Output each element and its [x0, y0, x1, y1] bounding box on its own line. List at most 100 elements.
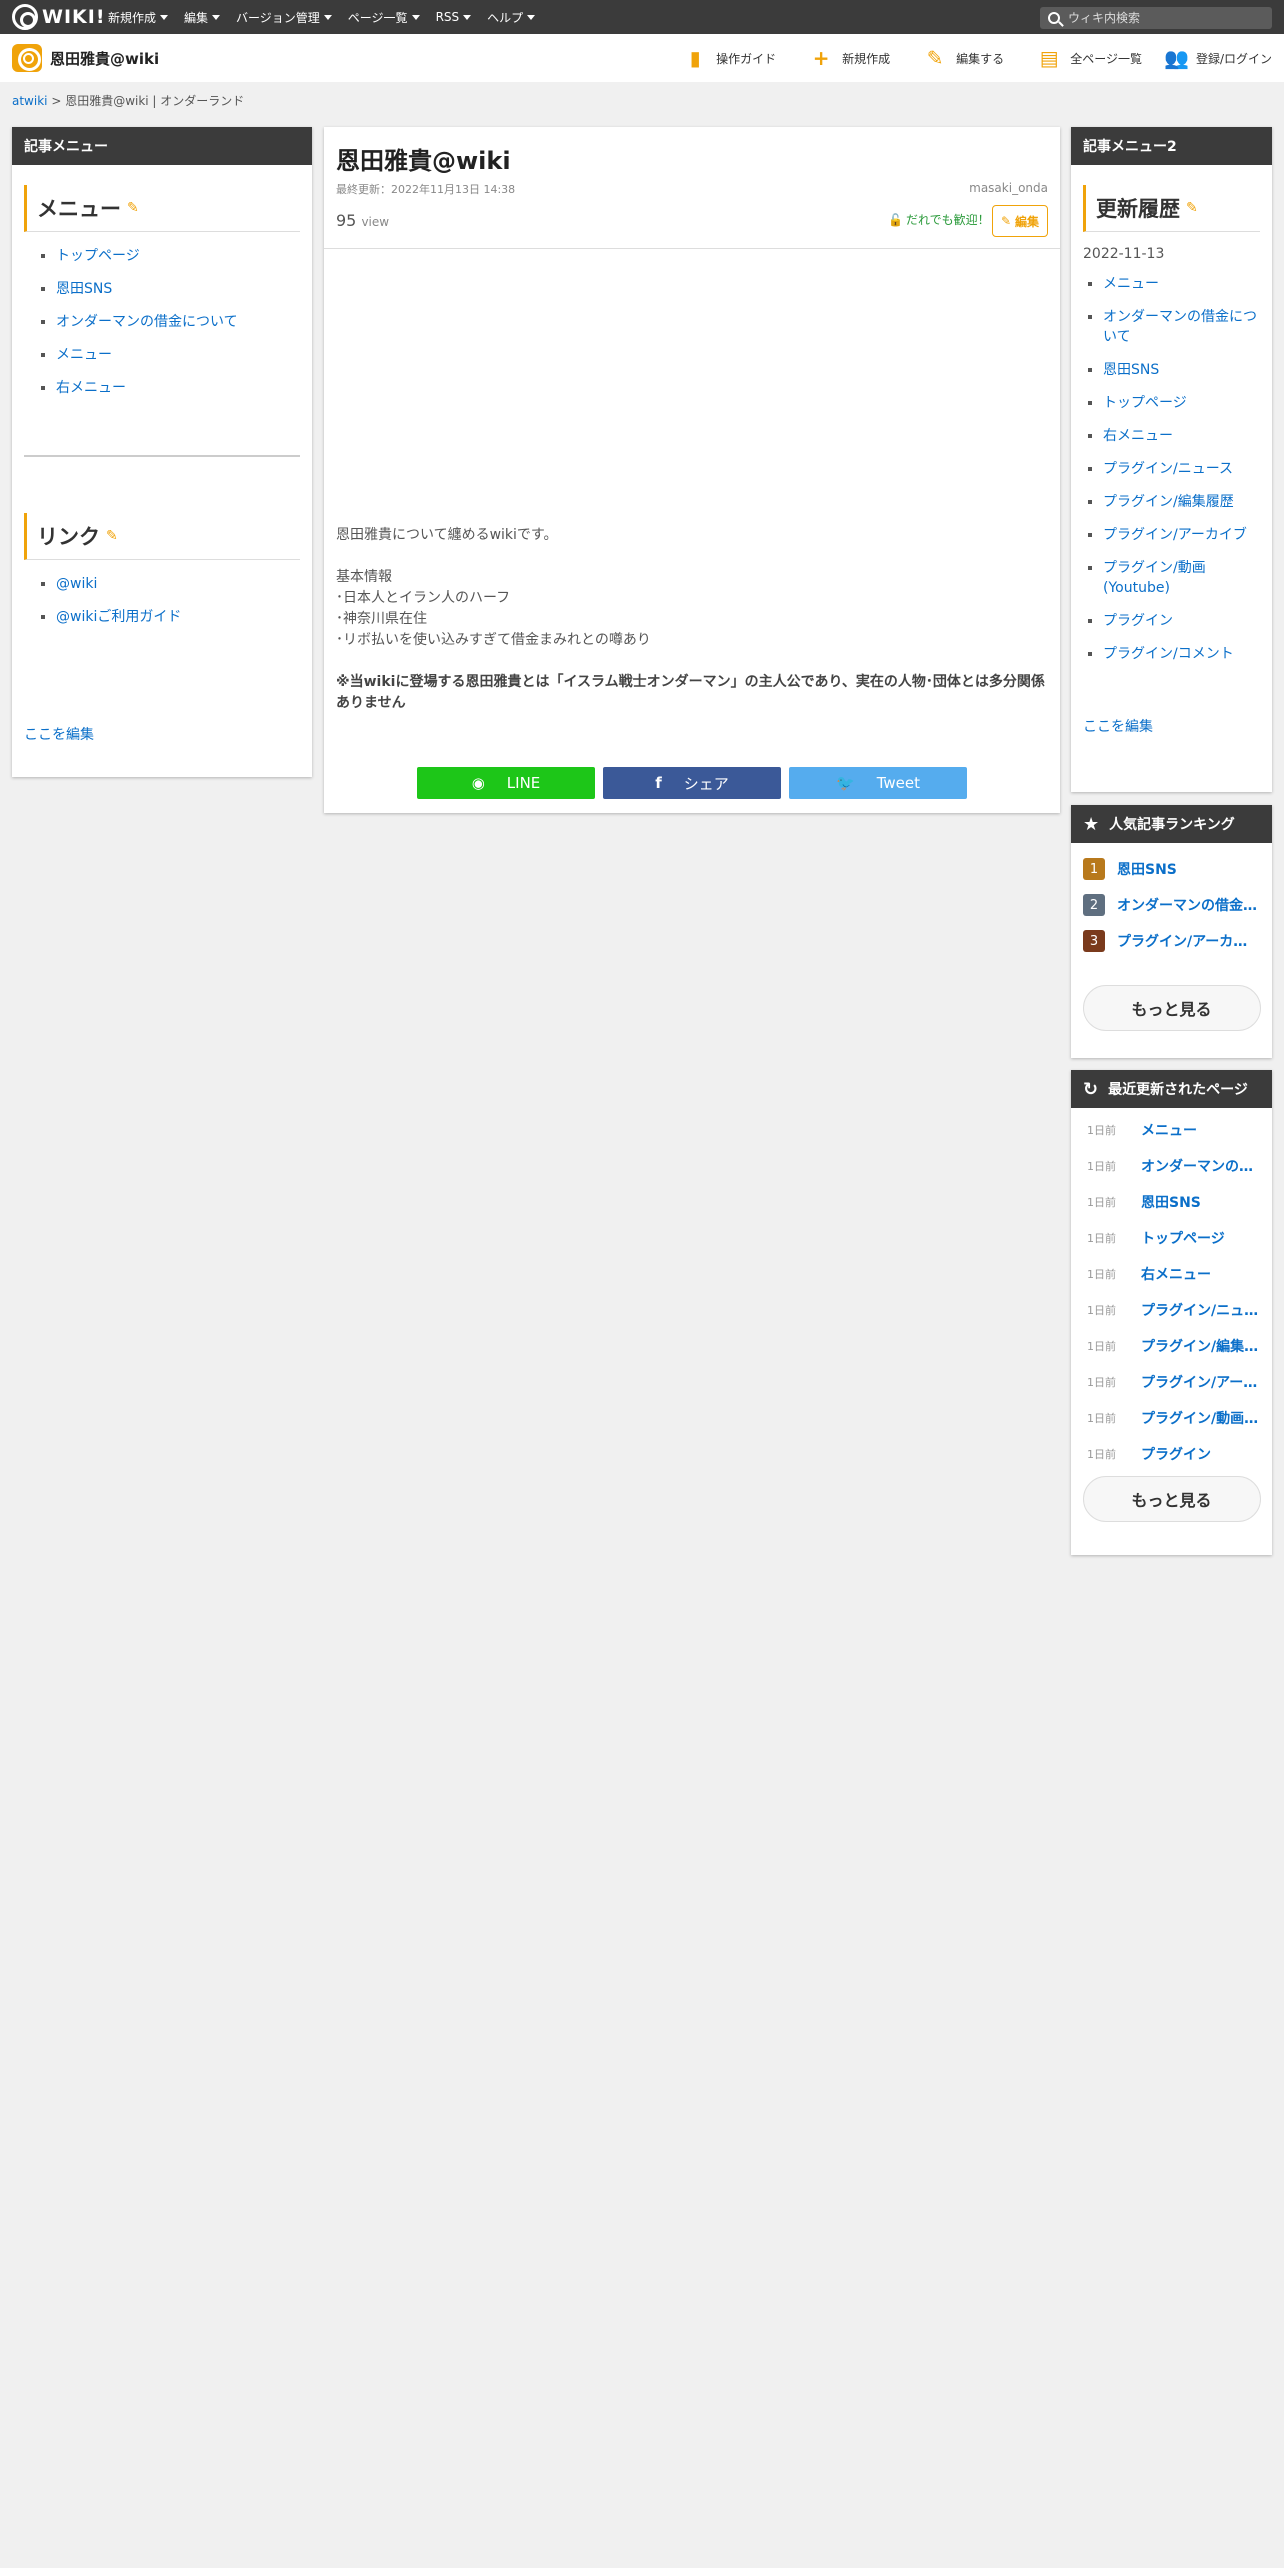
history-link[interactable]: メニュー [1103, 276, 1159, 292]
ranking-item[interactable]: 2 オンダーマンの借金について [1071, 887, 1272, 923]
document-icon: ▤ [1039, 46, 1059, 70]
menu-link-right-menu[interactable]: 右メニュー [56, 380, 126, 396]
recent-link[interactable]: 右メニュー [1141, 1264, 1259, 1284]
recent-item[interactable]: 1日前 プラグイン/編集履歴 [1071, 1328, 1272, 1364]
list-item: プラグイン/動画(Youtube) [1103, 558, 1260, 598]
link-atwiki[interactable]: @wiki [56, 576, 97, 592]
edit-button[interactable]: ✎ 編集 [992, 205, 1048, 237]
breadcrumb-root[interactable]: atwiki [12, 94, 48, 108]
at-logo-icon [12, 4, 38, 30]
ranking-link[interactable]: プラグイン/アーカイブ [1117, 931, 1259, 951]
recent-link[interactable]: トップページ [1141, 1228, 1259, 1248]
facebook-share-label: シェア [683, 774, 729, 793]
recent-item[interactable]: 1日前 トップページ [1071, 1220, 1272, 1256]
all-pages-link[interactable]: ▤ 全ページ一覧 [1038, 46, 1142, 70]
menu-link-debt[interactable]: オンダーマンの借金について [56, 314, 238, 330]
ranking-more-button[interactable]: もっと見る [1082, 985, 1261, 1031]
topnav-edit[interactable]: 編集 [184, 9, 221, 26]
menu-link-sns[interactable]: 恩田SNS [56, 281, 112, 297]
recent-item[interactable]: 1日前 プラグイン/アーカイブ [1071, 1364, 1272, 1400]
recent-link[interactable]: プラグイン [1141, 1444, 1259, 1464]
author-name[interactable]: masaki_onda [969, 181, 1048, 195]
recent-item[interactable]: 1日前 右メニュー [1071, 1256, 1272, 1292]
history-link[interactable]: プラグイン/編集履歴 [1103, 494, 1234, 510]
topnav-version[interactable]: バージョン管理 [236, 9, 332, 26]
recent-item[interactable]: 1日前 オンダーマンの借金について [1071, 1148, 1272, 1184]
recent-link[interactable]: プラグイン/動画(Youtube) [1141, 1408, 1259, 1428]
chevron-down-icon [212, 14, 221, 20]
list-item: プラグイン/コメント [1103, 644, 1260, 664]
recent-link[interactable]: オンダーマンの借金について [1141, 1156, 1259, 1176]
recent-item[interactable]: 1日前 プラグイン [1071, 1436, 1272, 1472]
history-date: 2022-11-13 [1083, 246, 1165, 262]
edit-pencil-icon[interactable]: ✎ [127, 200, 139, 216]
menu-link-top[interactable]: トップページ [56, 248, 140, 264]
recent-item[interactable]: 1日前 プラグイン/ニュース [1071, 1292, 1272, 1328]
history-heading: 更新履歴 ✎ [1083, 185, 1260, 232]
topnav-pages[interactable]: ページ一覧 [348, 9, 420, 26]
edit-pencil-icon[interactable]: ✎ [1186, 200, 1198, 216]
ranking-link[interactable]: オンダーマンの借金について [1117, 895, 1259, 915]
search-input[interactable] [1068, 11, 1258, 25]
site-name: 恩田雅貴@wiki [50, 49, 160, 68]
link-guide[interactable]: @wikiご利用ガイド [56, 609, 181, 625]
recent-item[interactable]: 1日前 プラグイン/動画(Youtube) [1071, 1400, 1272, 1436]
login-link[interactable]: 👥 登録/ログイン [1164, 46, 1272, 70]
links-heading: リンク ✎ [24, 513, 300, 560]
history-link[interactable]: トップページ [1103, 395, 1187, 411]
topnav-help[interactable]: ヘルプ [487, 9, 536, 26]
recent-link[interactable]: プラグイン/アーカイブ [1141, 1372, 1259, 1392]
history-link[interactable]: オンダーマンの借金について [1103, 309, 1257, 345]
recent-time: 1日前 [1087, 1412, 1116, 1425]
recent-link[interactable]: プラグイン/編集履歴 [1141, 1336, 1259, 1356]
rank-badge: 1 [1083, 858, 1105, 880]
history-link[interactable]: 右メニュー [1103, 428, 1173, 444]
article-body: 恩田雅貴について纏めるwikiです。 基本情報 ･日本人とイラン人のハーフ ･神… [336, 525, 1048, 714]
history-link[interactable]: プラグイン [1103, 613, 1173, 629]
intro-text: 恩田雅貴について纏めるwikiです。 [336, 527, 558, 543]
menu-link-menu[interactable]: メニュー [56, 347, 112, 363]
edit-pencil-icon[interactable]: ✎ [106, 528, 118, 544]
history-link[interactable]: プラグイン/アーカイブ [1103, 527, 1247, 543]
topnav-new[interactable]: 新規作成 [108, 9, 169, 26]
twitter-share-button[interactable]: 🐦 Tweet [789, 767, 967, 799]
ranking-item[interactable]: 3 プラグイン/アーカイブ [1071, 923, 1272, 959]
twitter-icon: 🐦 [836, 774, 855, 792]
site-brand[interactable]: 恩田雅貴@wiki [12, 44, 159, 72]
history-link[interactable]: プラグイン/コメント [1103, 646, 1234, 662]
new-page-link[interactable]: + 新規作成 [810, 46, 890, 70]
guide-link[interactable]: ▮ 操作ガイド [684, 46, 777, 70]
edit-here-link[interactable]: ここを編集 [24, 724, 300, 744]
recent-item[interactable]: 1日前 メニュー [1071, 1112, 1272, 1148]
left-sidebar-title: 記事メニュー [12, 127, 312, 165]
history-link[interactable]: プラグイン/動画(Youtube) [1103, 560, 1206, 596]
edit-here-link[interactable]: ここを編集 [1083, 716, 1260, 736]
topnav-version-label: バージョン管理 [236, 10, 320, 25]
open-edit-notice: 🔓 だれでも歓迎！ [888, 211, 990, 228]
recent-link[interactable]: プラグイン/ニュース [1141, 1300, 1259, 1320]
facebook-share-button[interactable]: f シェア [603, 767, 781, 799]
atwiki-logo[interactable]: WIKI! [12, 4, 105, 30]
recent-link[interactable]: メニュー [1141, 1120, 1259, 1140]
top-bar: WIKI! 新規作成 編集 バージョン管理 ページ一覧 RSS ヘルプ [0, 0, 1284, 34]
chevron-down-icon [463, 14, 472, 20]
recent-link[interactable]: 恩田SNS [1141, 1192, 1259, 1212]
breadcrumb-current: 恩田雅貴@wiki | オンダーランド [65, 94, 245, 108]
ranking-link[interactable]: 恩田SNS [1117, 859, 1259, 879]
ranking-title: ★ 人気記事ランキング [1071, 805, 1272, 843]
search-icon[interactable] [1048, 12, 1060, 24]
ranking-item[interactable]: 1 恩田SNS [1071, 851, 1272, 887]
edit-link[interactable]: ✎ 編集する [924, 46, 1004, 70]
recent-title: ↻ 最近更新されたページ [1071, 1070, 1272, 1108]
topnav-rss[interactable]: RSS [436, 10, 472, 24]
breadcrumb-separator: > [47, 94, 66, 108]
list-item: トップページ [56, 240, 300, 273]
history-link[interactable]: プラグイン/ニュース [1103, 461, 1233, 477]
right-sidebar: 記事メニュー2 更新履歴 ✎ 2022-11-13 メニュー オンダーマンの借金… [1071, 127, 1272, 792]
recent-more-button[interactable]: もっと見る [1082, 1476, 1261, 1522]
topnav-pages-label: ページ一覧 [347, 10, 408, 25]
recent-item[interactable]: 1日前 恩田SNS [1071, 1184, 1272, 1220]
recent-time: 1日前 [1087, 1340, 1116, 1353]
history-link[interactable]: 恩田SNS [1103, 362, 1159, 378]
line-share-button[interactable]: ◉ LINE [417, 767, 595, 799]
